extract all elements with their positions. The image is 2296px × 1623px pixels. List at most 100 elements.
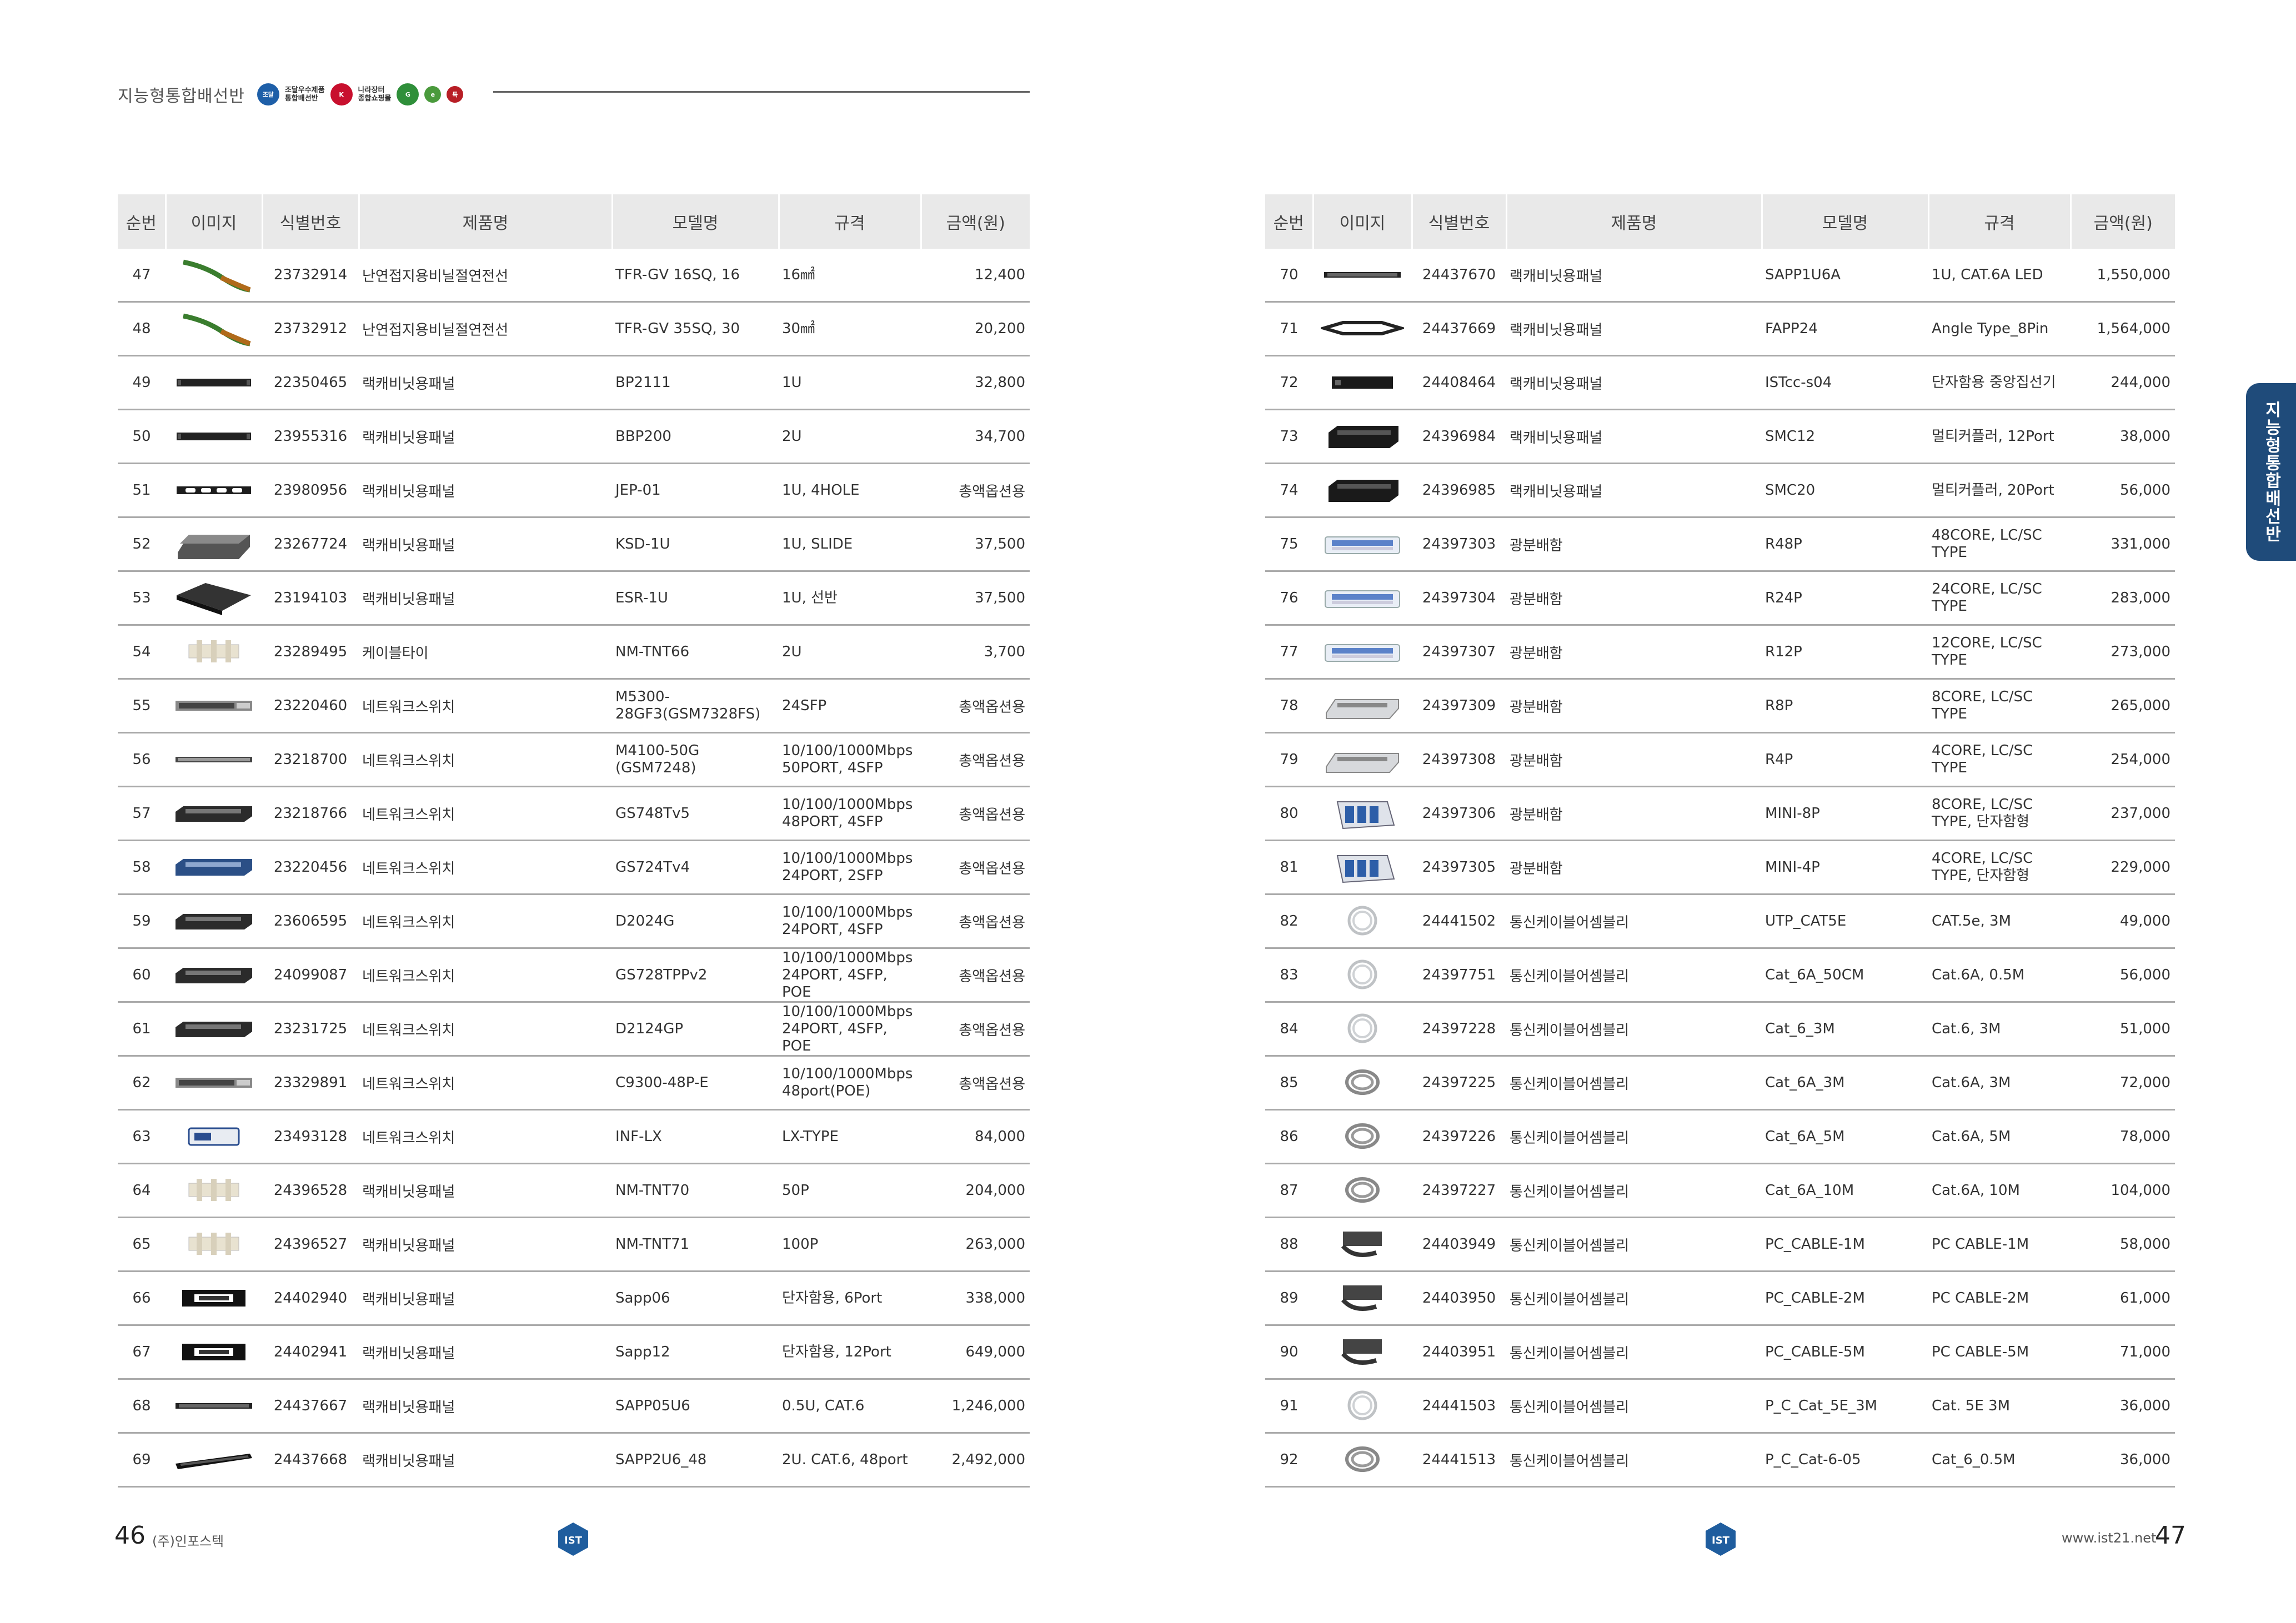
row-number: 89	[1265, 1271, 1313, 1326]
model-name: Sapp06	[612, 1271, 779, 1326]
price-value: 71,000	[2071, 1325, 2175, 1380]
product-name: 랙캐비닛용패널	[1506, 302, 1762, 356]
col-header-spec: 규격	[779, 194, 922, 249]
small-panel-icon	[182, 1344, 245, 1360]
price-value: 총액옵션용	[921, 679, 1030, 733]
model-name: BP2111	[612, 355, 779, 410]
product-name: 난연접지용비닐절연전선	[359, 302, 612, 356]
model-name: GS724Tv4	[612, 840, 779, 895]
price-value: 229,000	[2071, 840, 2175, 895]
model-name: SMC20	[1762, 463, 1928, 518]
specification: 1U, 선반	[779, 571, 921, 626]
product-name: 랙캐비닛용패널	[359, 463, 612, 518]
col-header-model: 모델명	[1762, 194, 1929, 249]
procurement-logo-text-icon: 조달우수제품 통합배선반	[284, 86, 325, 103]
table-header-row: 순번 이미지 식별번호 제품명 모델명 규격 금액(원)	[118, 194, 1030, 249]
table-row: 62 23329891 네트워크스위치 C9300-48P-E 10/100/1000M…	[118, 1056, 1030, 1111]
row-number: 75	[1265, 517, 1313, 572]
product-name: 통신케이블어셈블리	[1506, 1163, 1762, 1218]
identification-number: 23329891	[262, 1056, 359, 1111]
row-number: 54	[118, 625, 166, 680]
identification-number: 24397225	[1412, 1056, 1506, 1111]
specification: 10/100/1000Mbps 48port(POE)	[779, 1056, 921, 1111]
specification: 10/100/1000Mbps 50PORT, 4SFP	[779, 732, 921, 787]
procurement-logo-icon: 조달	[257, 83, 279, 105]
specification: Cat.6A, 5M	[1928, 1109, 2071, 1164]
cable-coil-grey-icon	[1345, 1069, 1380, 1095]
product-image	[166, 840, 262, 895]
product-name: 광분배함	[1506, 625, 1762, 680]
col-header-image: 이미지	[1313, 194, 1413, 249]
model-name: GS748Tv5	[612, 786, 779, 841]
row-number: 68	[118, 1379, 166, 1434]
model-name: R24P	[1762, 571, 1928, 626]
price-value: 263,000	[921, 1217, 1030, 1272]
cable-coil-icon	[1347, 1013, 1377, 1043]
row-number: 80	[1265, 786, 1313, 841]
identification-number: 24402940	[262, 1271, 359, 1326]
table-row: 87 24397227 통신케이블어셈블리 Cat_6A_10M Cat.6A, 10M…	[1265, 1163, 2175, 1218]
website-url: www.ist21.net	[2062, 1530, 2157, 1546]
specification: 24SFP	[779, 679, 921, 733]
identification-number: 24437669	[1412, 302, 1506, 356]
identification-number: 24396527	[262, 1217, 359, 1272]
row-number: 51	[118, 463, 166, 518]
row-number: 78	[1265, 679, 1313, 733]
product-image	[1313, 1379, 1412, 1434]
product-image	[166, 1217, 262, 1272]
identification-number: 24437670	[1412, 249, 1506, 303]
cable-tie-icon	[188, 1179, 239, 1201]
product-image	[1313, 249, 1412, 303]
switch-dark-icon	[176, 914, 252, 929]
price-value: 37,500	[921, 517, 1030, 572]
model-name: R48P	[1762, 517, 1928, 572]
price-value: 1,564,000	[2071, 302, 2175, 356]
row-number: 62	[118, 1056, 166, 1111]
row-number: 65	[118, 1217, 166, 1272]
identification-number: 23194103	[262, 571, 359, 626]
table-row: 79 24397308 광분배함 R4P 4CORE, LC/SC TYPE 254,00…	[1265, 732, 2175, 787]
specification: Angle Type_8Pin	[1928, 302, 2071, 356]
flat-cable-icon	[1341, 1339, 1382, 1365]
specification: 1U	[779, 355, 921, 410]
table-row: 47 23732914 난연접지용비닐절연전선 TFR-GV 16SQ, 16 16㎟ 1…	[118, 249, 1030, 303]
specification: 2U. CAT.6, 48port	[779, 1433, 921, 1488]
cable-tie-icon	[188, 640, 239, 662]
col-header-id: 식별번호	[1412, 194, 1507, 249]
product-name: 통신케이블어셈블리	[1506, 1379, 1762, 1434]
specification: 단자함용, 12Port	[779, 1325, 921, 1380]
identification-number: 24437668	[262, 1433, 359, 1488]
identification-number: 24397305	[1412, 840, 1506, 895]
row-number: 63	[118, 1109, 166, 1164]
specification: Cat.6A, 0.5M	[1928, 948, 2071, 1003]
product-image	[166, 249, 262, 303]
price-value: 총액옵션용	[921, 1002, 1030, 1057]
row-number: 73	[1265, 409, 1313, 464]
product-image	[1313, 679, 1412, 733]
product-name: 통신케이블어셈블리	[1506, 1433, 1762, 1488]
price-value: 34,700	[921, 409, 1030, 464]
identification-number: 24397304	[1412, 571, 1506, 626]
product-name: 통신케이블어셈블리	[1506, 1109, 1762, 1164]
model-name: UTP_CAT5E	[1762, 894, 1928, 949]
row-number: 82	[1265, 894, 1313, 949]
price-value: 56,000	[2071, 463, 2175, 518]
col-header-no: 순번	[118, 194, 167, 249]
fiber-tray-grey-icon	[1326, 753, 1399, 773]
table-row: 85 24397225 통신케이블어셈블리 Cat_6A_3M Cat.6A, 3M 72…	[1265, 1056, 2175, 1111]
product-image	[166, 1109, 262, 1164]
flat-cable-icon	[1341, 1232, 1382, 1257]
switch-dark-icon	[176, 968, 252, 983]
product-image	[166, 948, 262, 1003]
product-image	[166, 894, 262, 949]
product-image	[1313, 786, 1412, 841]
price-value: 283,000	[2071, 571, 2175, 626]
identification-number: 24403950	[1412, 1271, 1506, 1326]
row-number: 67	[118, 1325, 166, 1380]
identification-number: 23955316	[262, 409, 359, 464]
table-row: 59 23606595 네트워크스위치 D2024G 10/100/1000Mbps 2…	[118, 894, 1030, 949]
specification: LX-TYPE	[779, 1109, 921, 1164]
row-number: 71	[1265, 302, 1313, 356]
specification: 16㎟	[779, 249, 921, 303]
product-image	[1313, 355, 1412, 410]
